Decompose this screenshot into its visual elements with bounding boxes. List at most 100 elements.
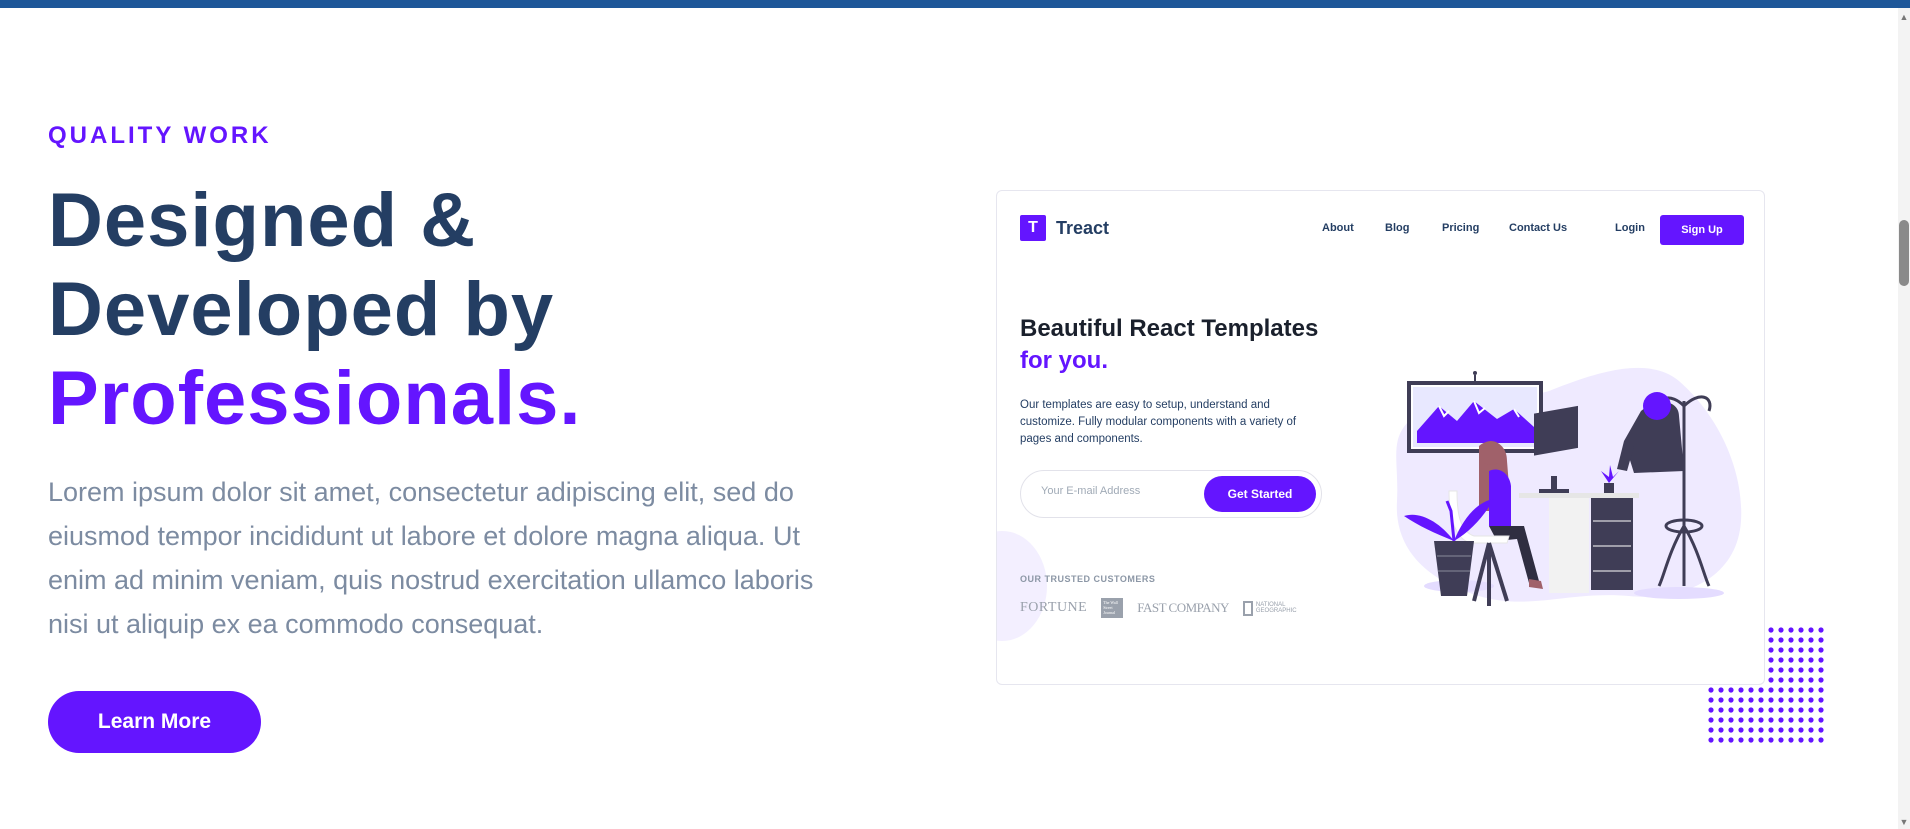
wsj-logo: The Wall Street Journal xyxy=(1101,598,1124,618)
decorative-dot xyxy=(1718,697,1724,703)
logo-text: Treact xyxy=(1056,217,1110,238)
decorative-dot xyxy=(1788,637,1794,643)
decorative-dot xyxy=(1758,717,1764,723)
decorative-dot xyxy=(1798,637,1804,643)
decorative-dot xyxy=(1768,707,1774,713)
decorative-blob xyxy=(997,531,1047,641)
fast-company-logo: FAST COMPANY xyxy=(1137,600,1229,615)
decorative-dot xyxy=(1758,707,1764,713)
hero-headline: Designed & Developed by Professionals. xyxy=(48,176,808,443)
decorative-dot xyxy=(1808,727,1814,733)
decorative-dot xyxy=(1788,737,1794,743)
nav-link-login[interactable]: Login xyxy=(1615,222,1645,234)
natgeo-frame-icon xyxy=(1242,600,1253,616)
decorative-dot xyxy=(1738,707,1744,713)
scroll-up-arrow-icon[interactable]: ▲ xyxy=(1899,12,1909,22)
natgeo-text: NATIONAL GEOGRAPHIC xyxy=(1255,602,1297,614)
decorative-dot xyxy=(1738,687,1744,693)
decorative-dot xyxy=(1748,707,1754,713)
nav-link-contact[interactable]: Contact Us xyxy=(1509,222,1567,234)
decorative-dot xyxy=(1768,627,1774,633)
decorative-dot xyxy=(1758,697,1764,703)
page-scrollbar[interactable]: ▲ ▼ xyxy=(1898,8,1910,829)
decorative-dot xyxy=(1778,717,1784,723)
get-started-button[interactable]: Get Started xyxy=(1204,476,1316,512)
nav-link-pricing[interactable]: Pricing xyxy=(1442,222,1479,234)
nav-link-blog[interactable]: Blog xyxy=(1385,222,1409,234)
decorative-dot xyxy=(1718,707,1724,713)
decorative-dot xyxy=(1818,737,1824,743)
decorative-dot xyxy=(1808,717,1814,723)
decorative-dot xyxy=(1718,737,1724,743)
scroll-thumb[interactable] xyxy=(1899,220,1909,286)
decorative-dot xyxy=(1788,697,1794,703)
preview-title-main: Beautiful React Templates xyxy=(1020,315,1319,342)
decorative-dot xyxy=(1778,627,1784,633)
decorative-dot xyxy=(1738,737,1744,743)
decorative-dot xyxy=(1778,727,1784,733)
decorative-dot xyxy=(1798,687,1804,693)
decorative-dot xyxy=(1738,717,1744,723)
decorative-dot xyxy=(1728,707,1734,713)
decorative-dot xyxy=(1788,677,1794,683)
decorative-dot xyxy=(1798,697,1804,703)
decorative-dot xyxy=(1798,727,1804,733)
template-preview-card: T Treact About Blog Pricing Contact Us L… xyxy=(996,190,1765,685)
learn-more-button[interactable]: Learn More xyxy=(48,691,261,753)
decorative-dot xyxy=(1798,647,1804,653)
decorative-dot xyxy=(1788,647,1794,653)
decorative-dot xyxy=(1708,707,1714,713)
decorative-dot xyxy=(1778,667,1784,673)
decorative-dot xyxy=(1788,727,1794,733)
decorative-dot xyxy=(1768,737,1774,743)
decorative-dot xyxy=(1748,687,1754,693)
decorative-dot xyxy=(1808,627,1814,633)
decorative-dot xyxy=(1768,687,1774,693)
decorative-dot xyxy=(1818,637,1824,643)
decorative-dot xyxy=(1778,707,1784,713)
email-input[interactable] xyxy=(1041,485,1201,497)
decorative-dot xyxy=(1808,737,1814,743)
decorative-dot xyxy=(1818,687,1824,693)
decorative-dot xyxy=(1758,687,1764,693)
decorative-dot xyxy=(1708,727,1714,733)
decorative-dot xyxy=(1768,697,1774,703)
headline-accent: Professionals xyxy=(48,356,560,441)
scroll-down-arrow-icon[interactable]: ▼ xyxy=(1899,817,1909,827)
decorative-dot xyxy=(1808,697,1814,703)
decorative-dot xyxy=(1758,727,1764,733)
decorative-dot xyxy=(1798,707,1804,713)
decorative-dot xyxy=(1718,727,1724,733)
decorative-dot xyxy=(1778,647,1784,653)
decorative-dot xyxy=(1708,687,1714,693)
decorative-dot xyxy=(1818,647,1824,653)
workspace-illustration xyxy=(1396,367,1742,606)
decorative-dot xyxy=(1778,737,1784,743)
decorative-dot xyxy=(1778,657,1784,663)
decorative-dot xyxy=(1768,657,1774,663)
decorative-dot xyxy=(1788,627,1794,633)
preview-logo[interactable]: T Treact xyxy=(1020,215,1109,241)
decorative-dot xyxy=(1748,697,1754,703)
decorative-dot xyxy=(1808,647,1814,653)
decorative-dot xyxy=(1768,637,1774,643)
decorative-dot xyxy=(1818,727,1824,733)
decorative-dot xyxy=(1798,737,1804,743)
decorative-dot xyxy=(1778,677,1784,683)
decorative-dot xyxy=(1768,667,1774,673)
decorative-dot xyxy=(1748,737,1754,743)
signup-button[interactable]: Sign Up xyxy=(1660,215,1744,245)
logo-icon: T xyxy=(1020,215,1046,241)
decorative-dot xyxy=(1778,687,1784,693)
hero-eyebrow: QUALITY WORK xyxy=(48,122,272,149)
decorative-dot xyxy=(1788,707,1794,713)
decorative-dot xyxy=(1738,727,1744,733)
email-signup-form: Get Started xyxy=(1020,470,1322,518)
nav-link-about[interactable]: About xyxy=(1322,222,1354,234)
decorative-dot xyxy=(1728,687,1734,693)
decorative-dot xyxy=(1808,707,1814,713)
decorative-dot xyxy=(1788,687,1794,693)
decorative-dot xyxy=(1728,717,1734,723)
preview-title: Beautiful React Templates for you. xyxy=(1020,313,1320,377)
decorative-dot xyxy=(1778,637,1784,643)
